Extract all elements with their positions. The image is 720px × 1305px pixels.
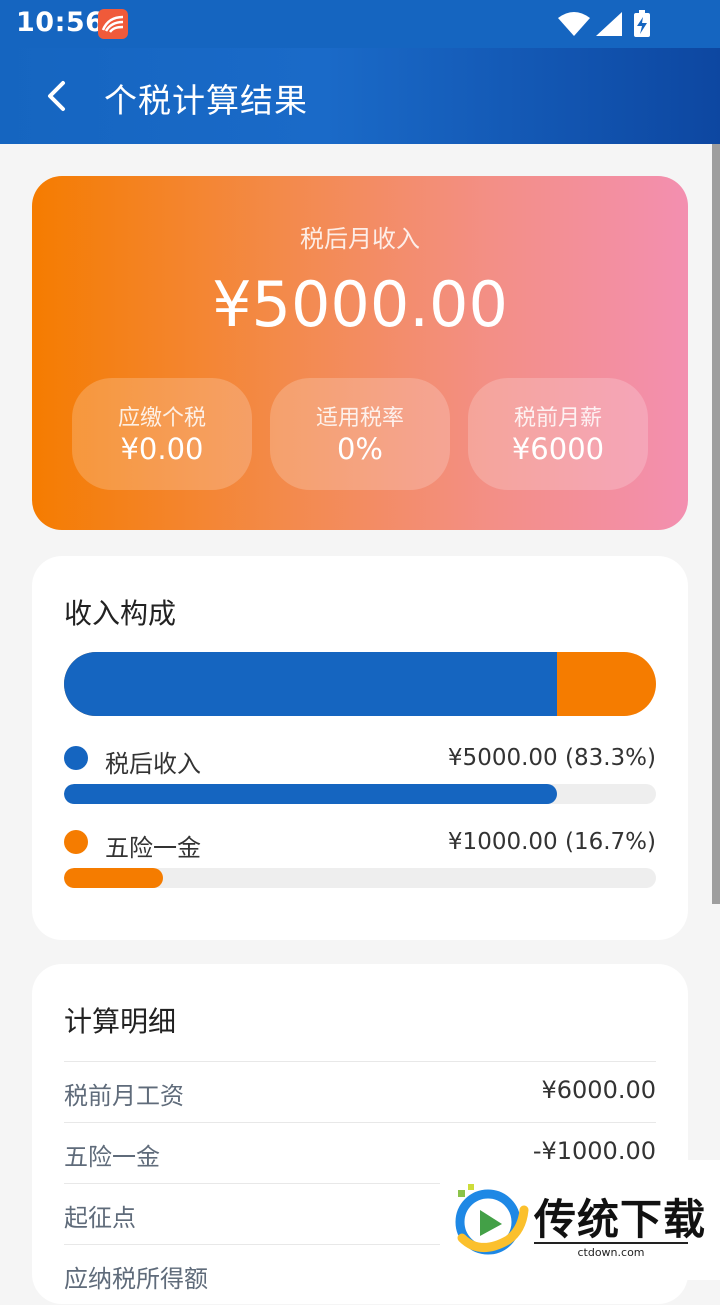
insurance-legend-label: 五险一金 bbox=[105, 834, 201, 862]
tax-rate-pill: 适用税率 0% bbox=[270, 378, 450, 490]
insurance-legend-value: ¥1000.00 (16.7%) bbox=[447, 829, 656, 855]
app-bar: 个税计算结果 bbox=[0, 48, 720, 144]
page-title: 个税计算结果 bbox=[104, 81, 308, 120]
watermark-brand: 传统下载 bbox=[534, 1195, 707, 1244]
tax-rate-label: 适用税率 bbox=[315, 406, 404, 431]
status-icons bbox=[558, 10, 650, 37]
gross-salary-pill: 税前月薪 ¥6000 bbox=[468, 378, 648, 490]
status-time: 10:56 bbox=[16, 7, 105, 38]
net-income-summary-card: 税后月收入 ¥5000.00 应缴个税 ¥0.00 适用税率 0% 税前月薪 ¥… bbox=[32, 176, 688, 530]
watermark: 传统下载 ctdown.com bbox=[440, 1160, 720, 1280]
gross-salary-value: ¥6000 bbox=[511, 432, 605, 466]
tax-due-pill: 应缴个税 ¥0.00 bbox=[72, 378, 252, 490]
detail-label: 五险一金 bbox=[64, 1143, 160, 1171]
scrollbar[interactable] bbox=[712, 144, 720, 904]
signal-icon bbox=[596, 12, 622, 36]
net-income-legend-value: ¥5000.00 (83.3%) bbox=[447, 745, 656, 771]
arrow-left-icon bbox=[48, 81, 65, 111]
insurance-legend-dot bbox=[64, 830, 88, 854]
insurance-progress-track bbox=[64, 868, 656, 888]
composition-stacked-bar bbox=[64, 652, 656, 716]
composition-title: 收入构成 bbox=[64, 597, 177, 630]
battery-icon bbox=[634, 10, 650, 37]
insurance-progress-fill bbox=[64, 868, 163, 888]
gross-salary-label: 税前月薪 bbox=[513, 406, 602, 431]
detail-label: 应纳税所得额 bbox=[64, 1265, 208, 1293]
wifi-icon bbox=[558, 12, 590, 36]
status-bar: 10:56 bbox=[0, 0, 720, 48]
net-income-label: 税后月收入 bbox=[300, 225, 420, 253]
net-income-legend-dot bbox=[64, 746, 88, 770]
net-income-amount: ¥5000.00 bbox=[212, 268, 508, 341]
net-income-segment bbox=[64, 652, 557, 716]
detail-row-gross-salary: 税前月工资 ¥6000.00 bbox=[64, 1061, 656, 1122]
tax-rate-value: 0% bbox=[336, 432, 383, 466]
net-income-progress-track bbox=[64, 784, 656, 804]
net-income-legend-label: 税后收入 bbox=[105, 750, 201, 778]
back-button[interactable] bbox=[30, 70, 82, 122]
watermark-logo-icon bbox=[455, 1184, 529, 1255]
detail-value: ¥6000.00 bbox=[541, 1076, 656, 1104]
watermark-site: ctdown.com bbox=[534, 1242, 688, 1259]
net-income-progress-fill bbox=[64, 784, 557, 804]
notification-app-icon bbox=[98, 9, 128, 39]
detail-label: 税前月工资 bbox=[64, 1082, 184, 1110]
tax-due-value: ¥0.00 bbox=[120, 432, 204, 466]
detail-label: 起征点 bbox=[64, 1204, 136, 1232]
details-title: 计算明细 bbox=[64, 1005, 177, 1038]
tax-due-label: 应缴个税 bbox=[117, 406, 206, 431]
income-composition-card: 收入构成 税后收入 ¥5000.00 (83.3%) 五险一金 ¥1000.00… bbox=[32, 556, 688, 940]
